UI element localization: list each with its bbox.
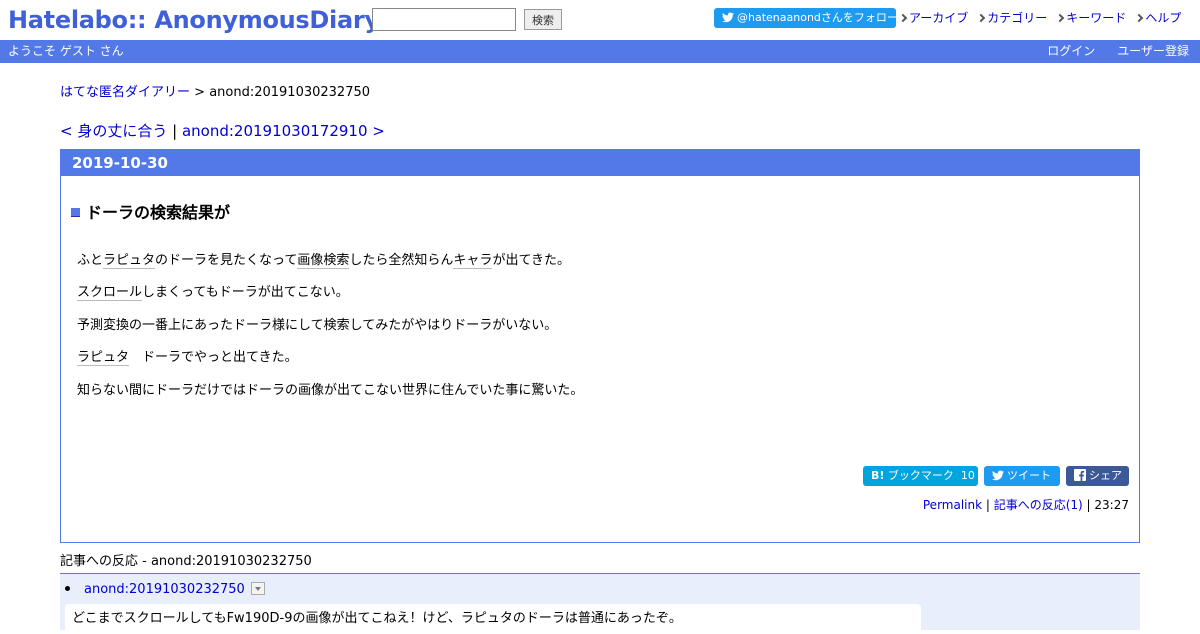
paragraph-4: ラピュタ ドーラでやっと出てきた。 — [77, 348, 298, 368]
list-item: anond:20191030232750 — [65, 581, 265, 599]
archive-link[interactable]: アーカイブ — [909, 10, 968, 26]
account-links: ログイン ユーザー登録 — [1047, 40, 1189, 63]
breadcrumb-separator: > — [190, 85, 210, 100]
facebook-icon — [1074, 469, 1086, 481]
paragraph-1: ふとラピュタのドーラを見たくなって画像検索したら全然知らんキャラが出てきた。 — [77, 251, 570, 271]
footer-separator: | — [982, 498, 994, 512]
site-logo[interactable]: Hatelabo:: AnonymousDiary — [8, 5, 380, 35]
reaction-link[interactable]: anond:20191030232750 — [84, 582, 245, 597]
reactions-title: 記事への反応 - anond:20191030232750 — [60, 554, 312, 569]
site-header: Hatelabo:: AnonymousDiary 検索 @hatenaanon… — [0, 0, 1200, 40]
top-link-keyword[interactable]: キーワード — [1056, 10, 1126, 26]
text: 知らない間にドーラだけではドーラの画像が出てこない世界に住んでいた事に驚いた。 — [77, 383, 584, 398]
keyword-link[interactable]: ラピュタ — [103, 253, 156, 269]
hatena-bookmark-icon: B! — [871, 469, 885, 482]
text: したら全然知らん — [349, 253, 454, 268]
breadcrumb: はてな匿名ダイアリー > anond:20191030232750 — [60, 84, 370, 102]
search-button[interactable]: 検索 — [524, 9, 562, 30]
search-input[interactable] — [372, 8, 516, 31]
entry-title: ドーラの検索結果が — [71, 202, 230, 224]
arrow-right-icon — [1135, 13, 1144, 23]
entry-time: 23:27 — [1094, 498, 1129, 512]
tweet-label: ツイート — [1007, 469, 1051, 482]
prev-next-separator: | — [167, 122, 182, 140]
keyword-link[interactable]: スクロール — [77, 285, 143, 301]
permalink[interactable]: Permalink — [923, 498, 982, 512]
day-header: 2019-10-30 — [61, 150, 1139, 176]
breadcrumb-current: anond:20191030232750 — [209, 85, 371, 100]
paragraph-5: 知らない間にドーラだけではドーラの画像が出てこない世界に住んでいた事に驚いた。 — [77, 381, 583, 401]
keyword-link[interactable]: キャラ — [453, 253, 493, 269]
top-links: アーカイブ カテゴリー キーワード ヘルプ — [898, 10, 1181, 26]
top-link-category[interactable]: カテゴリー — [977, 10, 1047, 26]
entry-footer: Permalink | 記事への反応(1) | 23:27 — [923, 496, 1129, 514]
keyword-link[interactable]: 画像検索 — [297, 253, 350, 269]
arrow-right-icon — [1056, 13, 1065, 23]
text: のドーラを見たくなって — [155, 253, 298, 268]
keyword-link[interactable]: ラピュタ — [77, 350, 130, 366]
twitter-icon — [722, 12, 734, 23]
paragraph-3: 予測変換の一番上にあったドーラ様にして検索してみたがやはりドーラがいない。 — [77, 316, 557, 336]
text: が出てきた。 — [492, 253, 571, 268]
bullet-icon — [65, 586, 70, 591]
hatena-bookmark-button[interactable]: B! ブックマーク 10 — [863, 466, 978, 486]
text: ドーラでやっと出てきた。 — [129, 350, 298, 365]
help-link[interactable]: ヘルプ — [1145, 10, 1181, 26]
category-link[interactable]: カテゴリー — [987, 10, 1047, 26]
share-label: シェア — [1089, 469, 1122, 482]
bookmark-label: ブックマーク — [887, 469, 954, 482]
entry-title-text: ドーラの検索結果が — [86, 203, 231, 222]
login-link[interactable]: ログイン — [1047, 40, 1095, 63]
twitter-follow-button[interactable]: @hatenaanondさんをフォロー — [714, 8, 898, 28]
bookmark-count: 10 — [960, 469, 975, 482]
prev-next-nav: < 身の丈に合う | anond:20191030172910 > — [60, 121, 385, 141]
prev-entry-link[interactable]: < 身の丈に合う — [60, 122, 167, 140]
text: ふと — [77, 253, 104, 268]
text: 予測変換の一番上にあったドーラ様にして検索してみたがやはりドーラがいない。 — [77, 318, 558, 333]
day-section: 2019-10-30 ドーラの検索結果が ふとラピュタのドーラを見たくなって画像… — [60, 149, 1140, 543]
paragraph-2: スクロールしまくってもドーラが出てこない。 — [77, 283, 349, 303]
facebook-share-button[interactable]: シェア — [1066, 466, 1129, 486]
arrow-right-icon — [977, 13, 986, 23]
tweet-button[interactable]: ツイート — [984, 466, 1060, 486]
follow-label: @hatenaanondさんをフォロー — [737, 11, 898, 24]
reactions-list: anond:20191030232750 どこまでスクロールしてもFw190D-… — [60, 573, 1140, 634]
date-link[interactable]: 2019-10-30 — [72, 154, 168, 172]
text: しまくってもドーラが出てこない。 — [142, 285, 349, 300]
keyword-link[interactable]: キーワード — [1066, 10, 1126, 26]
share-buttons: B! ブックマーク 10 ツイート シェア — [863, 466, 1129, 486]
twitter-icon — [992, 470, 1004, 481]
entry-marker-link[interactable] — [71, 208, 80, 217]
welcome-text: ようこそ ゲスト さん — [8, 44, 124, 58]
next-entry-link[interactable]: anond:20191030172910 > — [182, 122, 385, 140]
chevron-down-icon[interactable] — [250, 582, 265, 595]
register-link[interactable]: ユーザー登録 — [1117, 40, 1189, 63]
welcome-bar: ようこそ ゲスト さん ログイン ユーザー登録 — [0, 40, 1200, 63]
footer-separator: | — [1082, 498, 1095, 512]
reactions-link[interactable]: 記事への反応(1) — [994, 498, 1083, 512]
top-link-help[interactable]: ヘルプ — [1135, 10, 1181, 26]
arrow-right-icon — [898, 13, 908, 23]
top-link-archive[interactable]: アーカイブ — [898, 10, 968, 26]
breadcrumb-home-link[interactable]: はてな匿名ダイアリー — [60, 85, 190, 100]
